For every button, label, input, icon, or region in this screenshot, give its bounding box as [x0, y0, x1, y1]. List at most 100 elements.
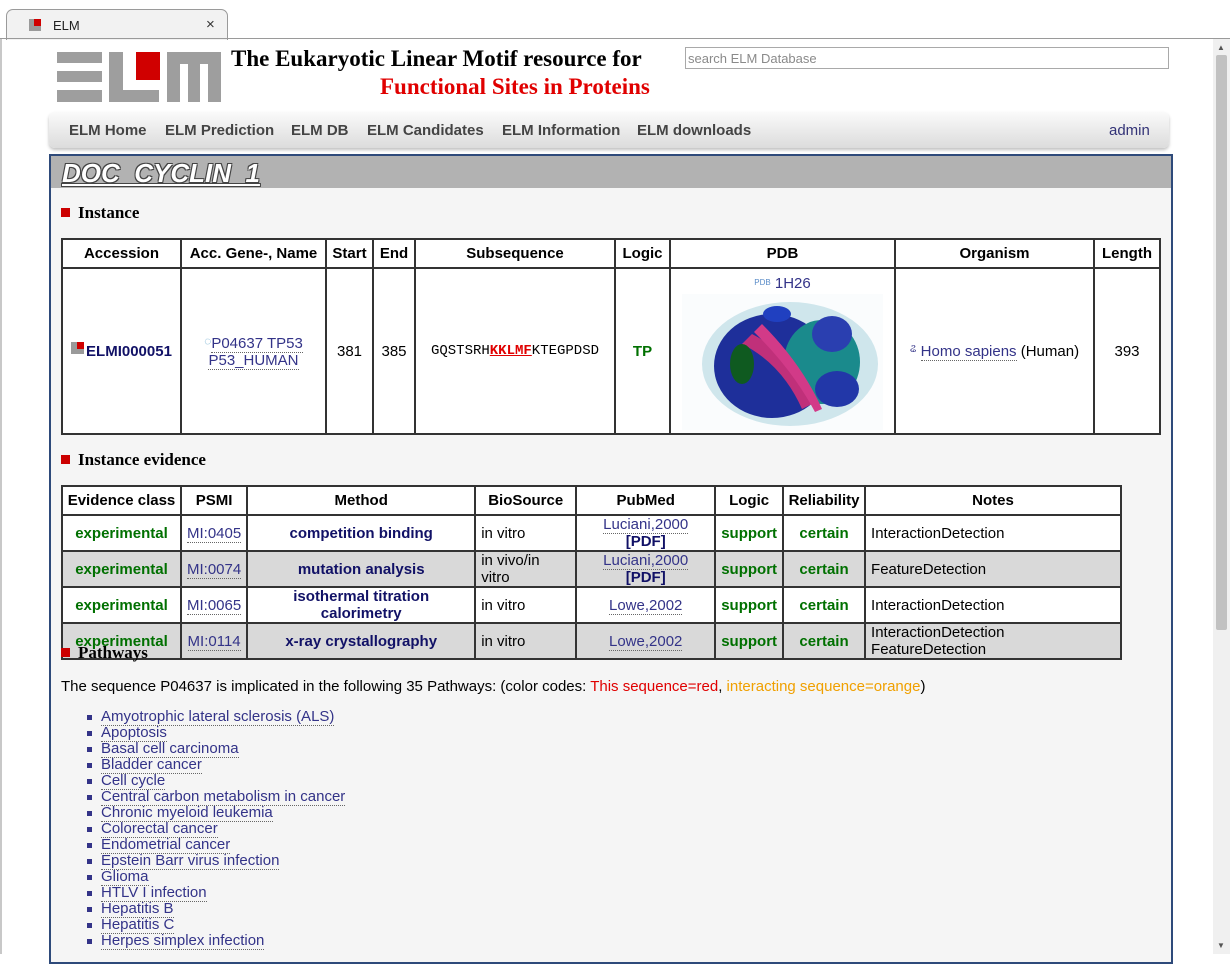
pdb-cell: PDB 1H26 [669, 267, 896, 435]
browser-tab[interactable]: ELM × [6, 9, 228, 40]
list-item: Hepatitis C [86, 916, 345, 934]
psmi-link[interactable]: MI:0405 [187, 524, 242, 543]
ev-logic: support [714, 622, 785, 660]
subseq-motif: KKLMF [489, 343, 532, 359]
pubmed-link[interactable]: Luciani,2000 [603, 552, 689, 570]
elm-logo[interactable] [57, 52, 221, 102]
reliability: certain [782, 514, 867, 552]
list-item: Chronic myeloid leukemia [86, 804, 345, 822]
scrollbar-thumb[interactable] [1216, 55, 1227, 630]
pathways-heading: Pathways [61, 643, 148, 663]
nav-elm-db[interactable]: ELM DB [291, 122, 349, 139]
pathway-link[interactable]: Herpes simplex infection [101, 932, 265, 950]
nav-elm-prediction[interactable]: ELM Prediction [165, 122, 274, 139]
evidence-class: experimental [61, 550, 182, 588]
col-reliability: Reliability [782, 485, 867, 516]
subseq-post: KTEGPDSD [531, 343, 600, 359]
col-subsequence: Subsequence [414, 238, 616, 269]
red-code: This sequence=red [590, 678, 719, 695]
list-item: Apoptosis [86, 724, 345, 742]
pubmed-link[interactable]: Lowe,2002 [609, 632, 683, 651]
search-input[interactable] [685, 47, 1169, 69]
biosource: in vitro [474, 514, 578, 552]
intro-close: ) [920, 678, 926, 695]
list-item: Hepatitis B [86, 900, 345, 918]
method: isothermal titration calorimetry [246, 586, 477, 624]
ev-logic: support [714, 586, 785, 624]
page-title[interactable]: DOC_CYCLIN_1 [62, 158, 260, 189]
list-item: Cell cycle [86, 772, 345, 790]
pdb-link[interactable]: 1H26 [775, 275, 811, 292]
nav-admin[interactable]: admin [1109, 122, 1150, 139]
accession-link[interactable]: ELMI000051 [86, 343, 172, 360]
method: x-ray crystallography [246, 622, 477, 660]
biosource: in vivo/in vitro [474, 550, 578, 588]
pdf-link[interactable]: [PDF] [626, 569, 666, 586]
col-end: End [372, 238, 416, 269]
orange-code: interacting sequence=orange [726, 678, 921, 695]
col-pdb: PDB [669, 238, 896, 269]
col-logic: Logic [614, 238, 671, 269]
pathways-intro: The sequence P04637 is implicated in the… [61, 678, 925, 695]
instance-table: Accession Acc. Gene-, Name Start End Sub… [61, 238, 1161, 435]
nav-elm-home[interactable]: ELM Home [69, 122, 147, 139]
length-cell: 393 [1093, 267, 1161, 435]
table-row: experimental MI:0074 mutation analysis i… [61, 550, 1122, 588]
tab-title: ELM [53, 18, 80, 33]
method: competition binding [246, 514, 477, 552]
list-item: Endometrial cancer [86, 836, 345, 854]
col-psmi: PSMI [179, 485, 249, 516]
scroll-up-icon[interactable]: ▲ [1217, 43, 1225, 52]
pubmed-link[interactable]: Luciani,2000 [603, 516, 689, 534]
col-biosource: BioSource [474, 485, 578, 516]
method: mutation analysis [246, 550, 477, 588]
table-row: ELMI000051 ◌P04637 TP53 P53_HUMAN 381 38… [61, 267, 1161, 435]
main-nav: ELM Home ELM Prediction ELM DB ELM Candi… [49, 112, 1169, 148]
evidence-class: experimental [61, 586, 182, 624]
accession-cell: ELMI000051 [61, 267, 182, 435]
col-length: Length [1093, 238, 1161, 269]
col-gene-name: Acc. Gene-, Name [180, 238, 327, 269]
list-item: Bladder cancer [86, 756, 345, 774]
col-evidence-class: Evidence class [61, 485, 182, 516]
organism-link[interactable]: Homo sapiens [920, 342, 1017, 361]
organism-cell: ଌ Homo sapiens (Human) [894, 267, 1095, 435]
reliability: certain [782, 622, 867, 660]
pdf-link[interactable]: [PDF] [626, 533, 666, 550]
gene-name-link[interactable]: P53_HUMAN [208, 351, 299, 370]
taxonomy-icon: ଌ [909, 342, 917, 355]
notes: InteractionDetection FeatureDetection [864, 622, 1122, 660]
elm-instance-icon [71, 342, 85, 354]
pdb-structure-image[interactable] [682, 294, 883, 430]
scroll-down-icon[interactable]: ▼ [1217, 941, 1225, 950]
biosource: in vitro [474, 622, 578, 660]
site-title: The Eukaryotic Linear Motif resource for [231, 46, 642, 71]
notes: InteractionDetection [864, 514, 1122, 552]
start-cell: 381 [325, 267, 374, 435]
pubmed-link[interactable]: Lowe,2002 [609, 596, 683, 615]
psmi-link[interactable]: MI:0114 [187, 632, 241, 651]
ev-logic: support [714, 550, 785, 588]
reliability: certain [782, 586, 867, 624]
vertical-scrollbar[interactable]: ▲ ▼ [1213, 39, 1230, 954]
close-tab-icon[interactable]: × [206, 16, 215, 33]
gene-acc-link[interactable]: P04637 TP53 [211, 334, 303, 353]
nav-elm-downloads[interactable]: ELM downloads [637, 122, 751, 139]
list-item: Herpes simplex infection [86, 932, 345, 950]
psmi-link[interactable]: MI:0065 [187, 596, 242, 615]
browser-tabbar: ELM × [0, 0, 1230, 40]
nav-elm-information[interactable]: ELM Information [502, 122, 620, 139]
list-item: Epstein Barr virus infection [86, 852, 345, 870]
nav-elm-candidates[interactable]: ELM Candidates [367, 122, 484, 139]
table-row: experimental MI:0405 competition binding… [61, 514, 1122, 552]
intro-sep: , [718, 678, 727, 695]
intro-text: The sequence P04637 is implicated in the… [61, 678, 591, 695]
psmi-link[interactable]: MI:0074 [187, 560, 242, 579]
ev-logic: support [714, 514, 785, 552]
end-cell: 385 [372, 267, 416, 435]
instance-heading: Instance [61, 203, 139, 223]
list-item: Basal cell carcinoma [86, 740, 345, 758]
list-item: Amyotrophic lateral sclerosis (ALS) [86, 708, 345, 726]
reliability: certain [782, 550, 867, 588]
gene-cell: ◌P04637 TP53 P53_HUMAN [180, 267, 327, 435]
